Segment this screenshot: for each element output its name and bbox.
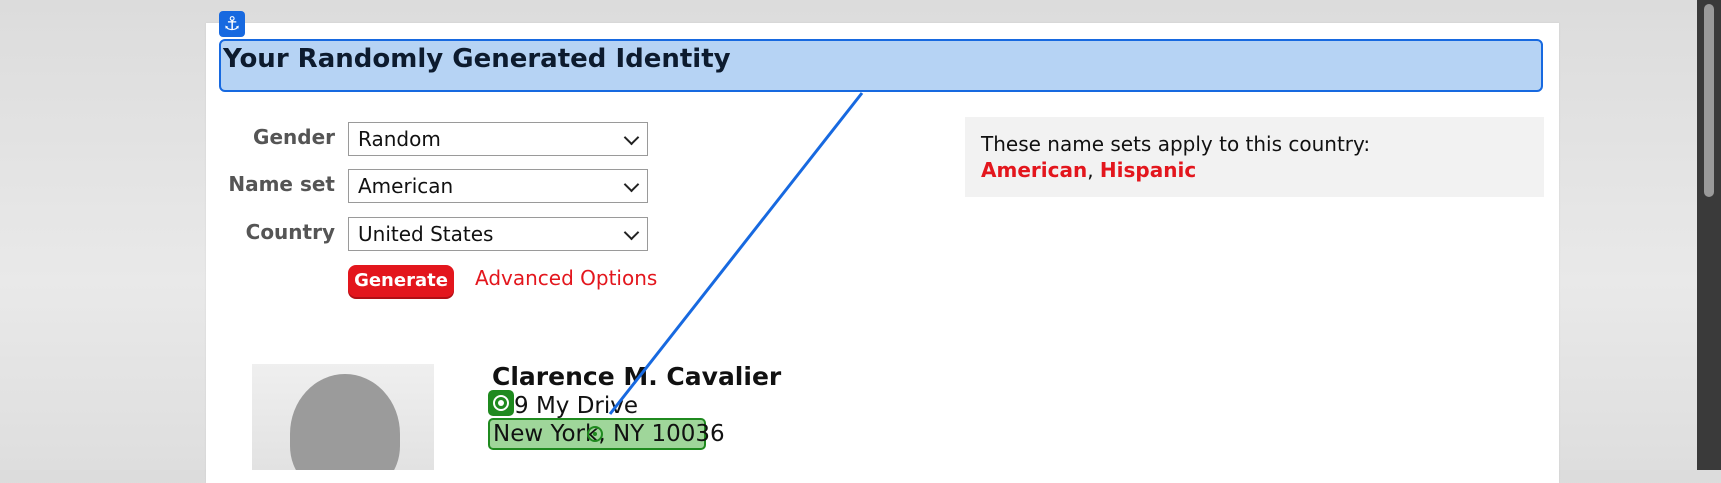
- nameset-link-hispanic[interactable]: Hispanic: [1100, 158, 1196, 182]
- person-street-text: 9 My Drive: [514, 393, 639, 419]
- nameset-link-american[interactable]: American: [981, 158, 1087, 182]
- anchor-icon: ⚓: [219, 11, 245, 37]
- generate-button[interactable]: Generate: [348, 265, 454, 297]
- mask-dot: [498, 400, 504, 406]
- nameset-select-value: American: [358, 174, 454, 198]
- avatar-silhouette: [290, 374, 400, 470]
- nameset-intro: These name sets apply to this country:: [981, 132, 1371, 156]
- gender-select-value: Random: [358, 127, 441, 151]
- country-label: Country: [245, 220, 335, 244]
- advanced-options-link[interactable]: Advanced Options: [475, 266, 657, 290]
- page-title: Your Randomly Generated Identity: [223, 44, 731, 74]
- person-name: Clarence M. Cavalier: [492, 362, 782, 391]
- country-select-value: United States: [358, 222, 494, 246]
- nameset-select[interactable]: American: [348, 169, 648, 203]
- country-select[interactable]: United States: [348, 217, 648, 251]
- chevron-down-icon: [623, 129, 640, 146]
- person-city: New York, NY 10036: [493, 421, 725, 447]
- target-icon: [587, 426, 603, 442]
- target-mask-icon: [488, 390, 514, 416]
- avatar: [252, 364, 434, 470]
- gender-select[interactable]: Random: [348, 122, 648, 156]
- chevron-down-icon: [623, 224, 640, 241]
- nameset-info-box: [965, 117, 1544, 197]
- chevron-down-icon: [623, 176, 640, 193]
- nameset-separator: ,: [1087, 158, 1100, 182]
- nameset-label: Name set: [228, 172, 335, 196]
- scrollbar-thumb[interactable]: [1704, 4, 1714, 197]
- nameset-links: American, Hispanic: [981, 158, 1196, 182]
- gender-label: Gender: [253, 125, 335, 149]
